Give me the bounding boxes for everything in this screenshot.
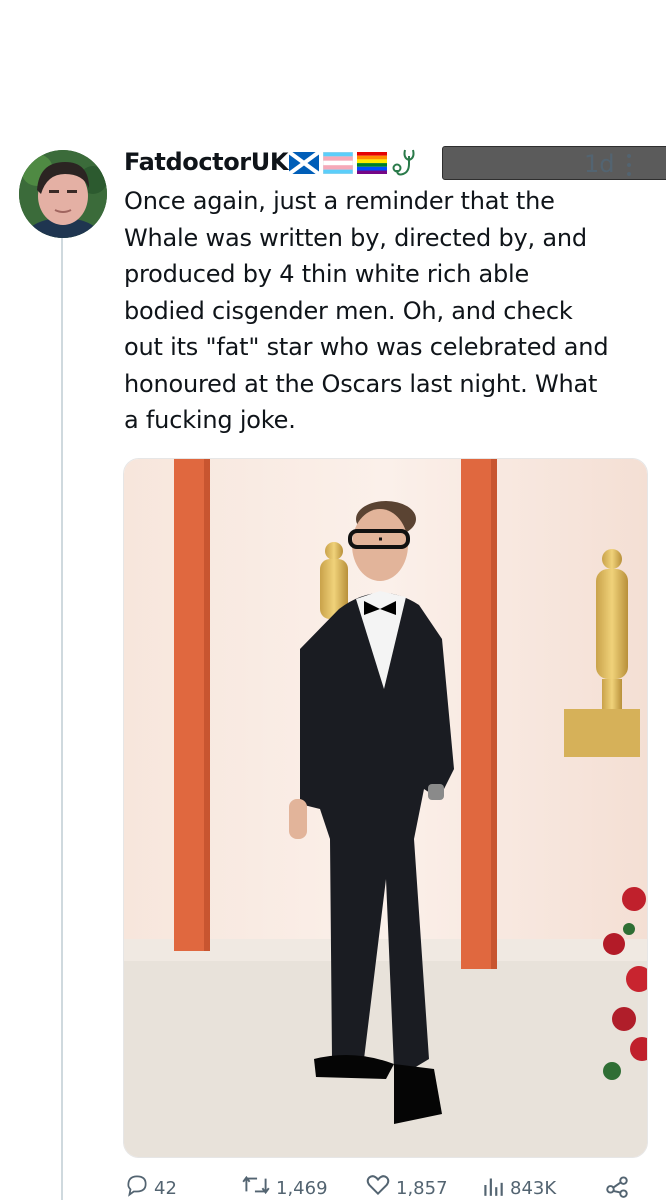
retweet-button[interactable]: 1,469: [240, 1172, 328, 1202]
transgender-flag-icon: [323, 152, 353, 174]
like-button[interactable]: 1,857: [364, 1172, 448, 1202]
bar-chart-icon: [484, 1178, 503, 1196]
view-count: 843K: [510, 1178, 557, 1199]
tweet-text: Once again, just a reminder that the Wha…: [124, 187, 609, 434]
red-carpet-photo: [124, 459, 647, 1157]
like-count: 1,857: [396, 1178, 448, 1199]
share-button[interactable]: [604, 1172, 630, 1202]
retweet-icon: [242, 1175, 270, 1195]
tweet-media-photo[interactable]: [123, 458, 648, 1158]
more-options-icon[interactable]: [624, 152, 634, 178]
tweet-actions: 42 1,469 1,857 843K: [124, 1172, 644, 1202]
avatar[interactable]: [19, 150, 107, 238]
reply-button[interactable]: 42: [124, 1172, 177, 1202]
rainbow-flag-icon: [357, 152, 387, 174]
tweet-header: FatdoctorUK 1d: [124, 146, 666, 186]
views-button[interactable]: 843K: [480, 1172, 556, 1202]
scotland-flag-icon: [289, 152, 319, 174]
stethoscope-icon: [392, 149, 415, 176]
heart-icon: [366, 1175, 390, 1196]
timestamp[interactable]: 1d: [584, 150, 615, 178]
thread-line: [61, 236, 63, 1200]
reply-count: 42: [154, 1178, 177, 1199]
avatar-image: [19, 150, 107, 238]
reply-icon: [127, 1175, 147, 1197]
retweet-count: 1,469: [276, 1178, 328, 1199]
display-name[interactable]: FatdoctorUK: [124, 148, 288, 176]
share-icon: [606, 1176, 628, 1198]
